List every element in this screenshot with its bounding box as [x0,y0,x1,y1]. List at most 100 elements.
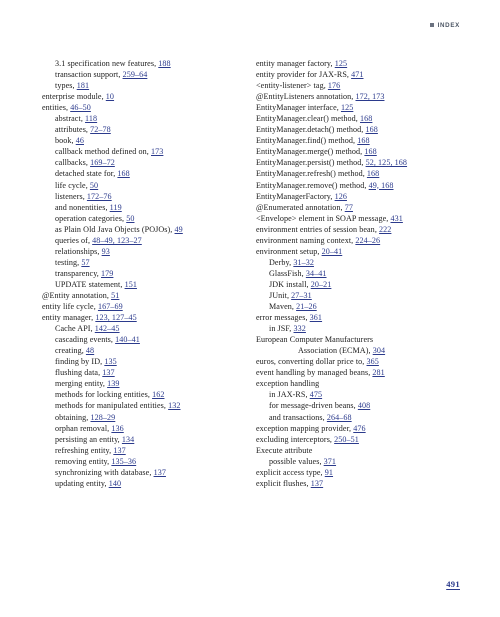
index-page-reference[interactable]: 172–76 [87,192,112,201]
index-entry-label: GlassFish, [269,268,306,278]
index-page-reference[interactable]: 259–64 [123,70,148,79]
index-entry-label: EntityManager.find() method, [256,136,358,146]
index-page-reference[interactable]: 162 [152,390,164,399]
index-page-reference[interactable]: 176 [328,81,340,90]
index-page-reference[interactable]: 48–49, 123–27 [92,236,142,245]
index-page-reference[interactable]: 46 [76,136,84,145]
index-page-reference[interactable]: 135 [104,357,116,366]
index-entry: Cache API, 142–45 [42,323,252,334]
index-page-reference[interactable]: 371 [324,457,336,466]
index-page-reference[interactable]: 21–26 [296,302,317,311]
index-page-reference[interactable]: 168 [357,136,369,145]
index-page-reference[interactable]: 137 [113,446,125,455]
index-page-reference[interactable]: 137 [154,468,166,477]
index-page-reference[interactable]: 264–68 [327,413,352,422]
index-entry: queries of, 48–49, 123–27 [42,235,252,246]
index-page-reference[interactable]: 137 [311,479,323,488]
index-page-reference[interactable]: 119 [110,203,122,212]
index-page-reference[interactable]: 134 [122,435,134,444]
index-entry-label: @EntityListeners annotation, [256,92,356,102]
index-page-reference[interactable]: 136 [111,424,123,433]
index-page-reference[interactable]: 34–41 [306,269,327,278]
index-page-reference[interactable]: 57 [81,258,89,267]
index-page-reference[interactable]: 172, 173 [356,92,385,101]
index-page-reference[interactable]: 27–31 [291,291,312,300]
index-entry-label: attributes, [55,125,91,135]
index-page-reference[interactable]: 72–78 [90,125,111,134]
index-page-reference[interactable]: 51 [111,291,119,300]
index-entry-label: <Envelope> element in SOAP message, [256,213,391,223]
index-page-reference[interactable]: 179 [101,269,113,278]
index-page-reference[interactable]: 151 [125,280,137,289]
index-page-reference[interactable]: 250–51 [334,435,359,444]
index-page-reference[interactable]: 20–41 [322,247,343,256]
index-page-reference[interactable]: 281 [372,368,384,377]
index-page-reference[interactable]: 168 [367,169,379,178]
index-page-reference[interactable]: 222 [379,225,391,234]
index-page-reference[interactable]: 126 [335,192,347,201]
index-page-reference[interactable]: 173 [151,147,163,156]
index-entry: JUnit, 27–31 [256,290,466,301]
index-page-reference[interactable]: 476 [353,424,365,433]
index-entry: types, 181 [42,80,252,91]
index-entry-label: relationships, [55,246,102,256]
index-page-reference[interactable]: 408 [358,401,370,410]
index-entry: @EntityListeners annotation, 172, 173 [256,91,466,102]
index-page-reference[interactable]: 139 [107,379,119,388]
index-columns: 3.1 specification new features, 188 trans… [0,58,500,489]
index-entry-label: updating entity, [55,478,109,488]
index-page-reference[interactable]: 128–29 [91,413,116,422]
index-page-reference[interactable]: 140–41 [115,335,140,344]
index-page-reference[interactable]: 48 [86,346,94,355]
index-entry-label: enterprise module, [42,92,106,102]
index-page-reference[interactable]: 91 [325,468,333,477]
index-page-reference[interactable]: 475 [310,390,322,399]
index-page-reference[interactable]: 168 [117,169,129,178]
index-page-reference[interactable]: 46–50 [70,103,91,112]
index-page-reference[interactable]: 431 [390,214,402,223]
index-entry: @Entity annotation, 51 [42,290,252,301]
index-page-reference[interactable]: 181 [77,81,89,90]
index-page-reference[interactable]: 168 [364,147,376,156]
index-page-reference[interactable]: 142–45 [95,324,120,333]
index-page-reference[interactable]: 135–36 [111,457,136,466]
index-entry-label: UPDATE statement, [55,279,125,289]
index-page-reference[interactable]: 168 [360,114,372,123]
index-page-reference[interactable]: 132 [168,401,180,410]
index-page-reference[interactable]: 167–69 [98,302,123,311]
index-page-reference[interactable]: 125 [335,59,347,68]
index-page-reference[interactable]: 125 [341,103,353,112]
index-page-reference[interactable]: 123, 127–45 [95,313,136,322]
index-entry-label: Execute attribute [256,445,313,455]
index-page-reference[interactable]: 365 [367,357,379,366]
index-entry: transaction support, 259–64 [42,69,252,80]
index-page-reference[interactable]: 118 [85,114,97,123]
index-page-reference[interactable]: 50 [90,181,98,190]
index-page-reference[interactable]: 50 [126,214,134,223]
index-entry: environment naming context, 224–26 [256,235,466,246]
index-page-reference[interactable]: 49 [175,225,183,234]
index-entry: EntityManager.detach() method, 168 [256,124,466,135]
index-entry: error messages, 361 [256,312,466,323]
index-page-reference[interactable]: 332 [294,324,306,333]
index-page-reference[interactable]: 361 [310,313,322,322]
index-page-reference[interactable]: 168 [366,125,378,134]
index-page-reference[interactable]: 77 [345,203,353,212]
index-page-reference[interactable]: 224–26 [355,236,380,245]
index-page-reference[interactable]: 31–32 [293,258,314,267]
index-entry-label: in JAX-RS, [269,390,310,400]
index-page-reference[interactable]: 169–72 [90,158,115,167]
index-page-reference[interactable]: 140 [109,479,121,488]
index-page-reference[interactable]: 471 [351,70,363,79]
index-page-reference[interactable]: 137 [102,368,114,377]
index-entry: callbacks, 169–72 [42,157,252,168]
index-entry: Execute attribute [256,445,466,456]
index-page-reference[interactable]: 10 [106,92,114,101]
index-page-reference[interactable]: 304 [373,346,385,355]
index-page-reference[interactable]: 93 [102,247,110,256]
index-page-reference[interactable]: 20–21 [311,280,332,289]
index-page-reference[interactable]: 188 [158,59,170,68]
index-page-reference[interactable]: 49, 168 [369,181,394,190]
index-entry: explicit flushes, 137 [256,478,466,489]
index-page-reference[interactable]: 52, 125, 168 [366,158,407,167]
